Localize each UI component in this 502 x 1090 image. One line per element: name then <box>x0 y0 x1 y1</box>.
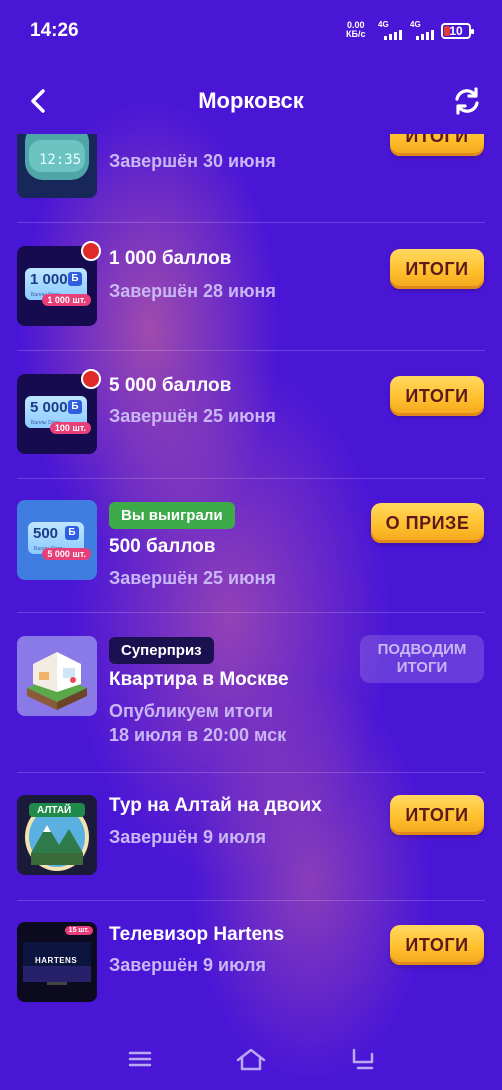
points-card-value: 1 000 <box>30 271 68 288</box>
pending-line2: ИТОГИ <box>396 659 448 676</box>
contest-list: 12:35 Завершён 30 июня ИТОГИ 1 000 Б Бал… <box>0 134 502 1014</box>
list-item[interactable]: HARTENS 15 шт. Телевизор Hartens Завершё… <box>0 901 502 1014</box>
signal-1-icon: 4G <box>378 20 402 40</box>
system-navbar <box>0 1030 502 1090</box>
item-subtitle: Завершён 30 июня <box>109 151 276 171</box>
item-thumbnail: HARTENS 15 шт. <box>17 922 97 1002</box>
results-button[interactable]: ИТОГИ <box>390 376 484 416</box>
item-thumbnail: 500 Б Баллы Ozon 5 000 шт. <box>17 500 97 580</box>
tv-brand: HARTENS <box>35 956 78 965</box>
net-speed-unit: КБ/с <box>346 29 366 39</box>
results-button[interactable]: ИТОГИ <box>390 795 484 835</box>
points-card-value: 500 <box>33 525 59 542</box>
altai-title: АЛТАЙ <box>37 805 72 816</box>
item-name: 1 000 баллов <box>109 248 232 269</box>
status-time: 14:26 <box>30 20 79 41</box>
item-name: 500 баллов <box>109 536 216 557</box>
pending-results-button: ПОДВОДИМ ИТОГИ <box>360 635 484 683</box>
item-subtitle-line1: Опубликуем итоги <box>109 701 274 721</box>
item-name: Квартира в Москве <box>109 669 289 690</box>
home-icon[interactable] <box>231 1042 271 1076</box>
page-title: Морковск <box>198 88 304 113</box>
notification-dot <box>81 241 101 261</box>
menu-icon[interactable] <box>120 1042 160 1076</box>
status-bar: 14:26 0.00 КБ/с 4G 4G 10 <box>0 0 502 64</box>
results-button[interactable]: ИТОГИ <box>390 249 484 289</box>
list-item[interactable]: АЛТАЙ Тур на Алтай на двоих Завершён 9 и… <box>0 773 502 899</box>
battery-icon: 10 <box>441 23 474 39</box>
item-subtitle-line2: 18 июля в 20:00 мск <box>109 725 287 745</box>
signal-2-icon: 4G <box>410 20 434 40</box>
item-subtitle: Завершён 25 июня <box>109 406 276 426</box>
clock-digits: 12:35 <box>39 152 82 168</box>
header: Морковск <box>0 72 502 132</box>
battery-level: 10 <box>449 24 463 38</box>
item-thumbnail: АЛТАЙ <box>17 795 97 875</box>
results-button[interactable]: ИТОГИ <box>390 925 484 965</box>
list-item[interactable]: 1 000 Б Баллы Ozon 1 000 шт. 1 000 балло… <box>0 223 502 349</box>
points-tag: 1 000 шт. <box>42 294 91 306</box>
signal-2-label: 4G <box>410 20 421 29</box>
list-item[interactable]: Суперприз Квартира в Москве Опубликуем и… <box>0 613 502 771</box>
list-item[interactable]: 500 Б Баллы Ozon 5 000 шт. Вы выиграли 5… <box>0 479 502 611</box>
item-thumbnail <box>17 636 97 716</box>
item-subtitle: Завершён 25 июня <box>109 568 276 588</box>
pending-line1: ПОДВОДИМ <box>377 641 467 658</box>
item-name: Телевизор Hartens <box>109 924 285 945</box>
refresh-icon[interactable] <box>452 86 482 116</box>
notification-dot <box>81 369 101 389</box>
results-button[interactable]: ИТОГИ <box>390 134 484 156</box>
item-name: Тур на Алтай на двоих <box>109 795 322 816</box>
won-badge: Вы выиграли <box>109 502 235 529</box>
list-item[interactable]: 12:35 Завершён 30 июня ИТОГИ <box>0 134 502 222</box>
item-subtitle: Завершён 28 июня <box>109 281 276 301</box>
signal-1-label: 4G <box>378 20 389 29</box>
network-speed: 0.00 КБ/с <box>346 21 365 39</box>
points-card-value: 5 000 <box>30 399 68 416</box>
item-thumbnail: 12:35 <box>17 134 97 198</box>
about-prize-button[interactable]: О ПРИЗЕ <box>371 503 484 543</box>
points-tag: 5 000 шт. <box>42 548 91 560</box>
item-name: 5 000 баллов <box>109 375 232 396</box>
apartment-image <box>17 636 97 716</box>
points-tag: 100 шт. <box>49 422 91 434</box>
list-item[interactable]: 5 000 Б Баллы Ozon 100 шт. 5 000 баллов … <box>0 351 502 477</box>
tv-tag: 15 шт. <box>64 926 93 935</box>
item-subtitle: Завершён 9 июля <box>109 827 266 847</box>
item-subtitle: Завершён 9 июля <box>109 955 266 975</box>
back-nav-icon[interactable] <box>342 1042 382 1076</box>
superprize-badge: Суперприз <box>109 637 214 664</box>
